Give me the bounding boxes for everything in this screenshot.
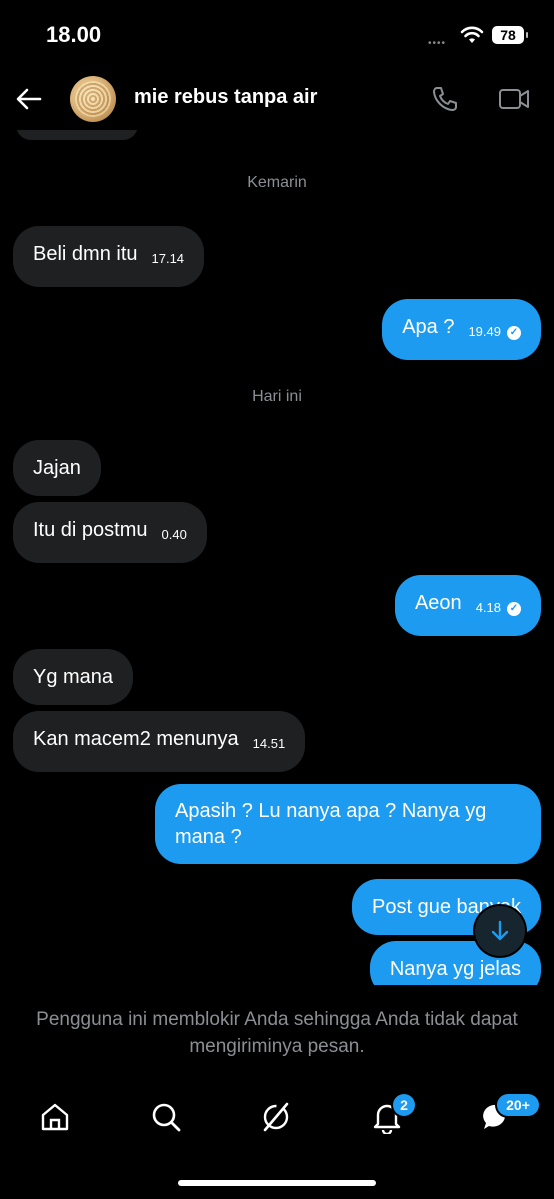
message-outgoing[interactable]: Apa ? 19.49 ✓ [382, 299, 541, 360]
message-incoming[interactable]: Kan macem2 menunya 14.51 [13, 711, 306, 772]
message-outgoing[interactable]: Aeon 4.18 ✓ [394, 575, 541, 636]
message-time: 19.49 [468, 324, 501, 339]
message-time: 0.40 [161, 527, 187, 542]
message-text: Aeon [414, 592, 462, 614]
date-separator: Kemarin [247, 174, 307, 191]
wifi-icon [460, 26, 484, 43]
conversation-header: mie rebus tanpa air [0, 70, 554, 130]
message-incoming[interactable]: Itu di postmu 0.40 [13, 502, 207, 563]
status-bar: 18.00 •••• 78 [0, 0, 554, 70]
search-icon[interactable] [149, 1100, 183, 1134]
status-time: 18.00 [46, 22, 102, 47]
message-text: Apa ? [402, 316, 455, 338]
message-text: Itu di postmu [33, 519, 148, 541]
message-text: Apasih ? Lu nanya apa ? Nanya yg mana ? [175, 800, 487, 848]
message-time: 14.51 [252, 736, 286, 751]
grok-icon[interactable] [259, 1100, 293, 1134]
message-bubble-partial [16, 130, 138, 140]
message-text: Nanya yg jelas [389, 958, 521, 980]
avatar[interactable] [70, 76, 116, 122]
video-call-icon[interactable] [498, 84, 530, 114]
battery-indicator: 78 [492, 26, 528, 44]
read-check-icon: ✓ [507, 602, 521, 616]
notifications-badge: 2 [393, 1094, 415, 1116]
message-time: 17.14 [151, 251, 185, 266]
message-list[interactable]: Kemarin Beli dmn itu 17.14 Apa ? 19.49 ✓ Ha… [0, 130, 554, 985]
arrow-down-icon [491, 920, 509, 941]
message-incoming[interactable]: Jajan [13, 440, 101, 496]
read-check-icon: ✓ [507, 326, 521, 340]
message-incoming[interactable]: Beli dmn itu 17.14 [13, 226, 205, 287]
signal-icon: •••• [428, 38, 447, 49]
scroll-to-bottom-button[interactable] [475, 906, 525, 956]
message-text: Yg mana [33, 666, 114, 688]
blocked-notice: Pengguna ini memblokir Anda sehingga And… [36, 1009, 518, 1057]
message-text: Beli dmn itu [33, 243, 138, 265]
home-icon[interactable] [38, 1100, 72, 1134]
back-arrow-icon[interactable] [14, 84, 44, 114]
message-incoming[interactable]: Yg mana [13, 649, 134, 705]
message-time: 4.18 [475, 600, 501, 615]
bottom-navigation: 2 20+ [0, 1090, 554, 1150]
message-outgoing[interactable]: Apasih ? Lu nanya apa ? Nanya yg mana ? [155, 784, 541, 864]
message-text: Kan macem2 menunya [33, 728, 239, 750]
conversation-title[interactable]: mie rebus tanpa air [134, 86, 317, 109]
home-indicator [178, 1180, 376, 1186]
messages-badge: 20+ [497, 1094, 539, 1116]
message-text: Jajan [33, 457, 81, 479]
date-separator: Hari ini [252, 388, 302, 405]
phone-icon[interactable] [430, 84, 460, 114]
